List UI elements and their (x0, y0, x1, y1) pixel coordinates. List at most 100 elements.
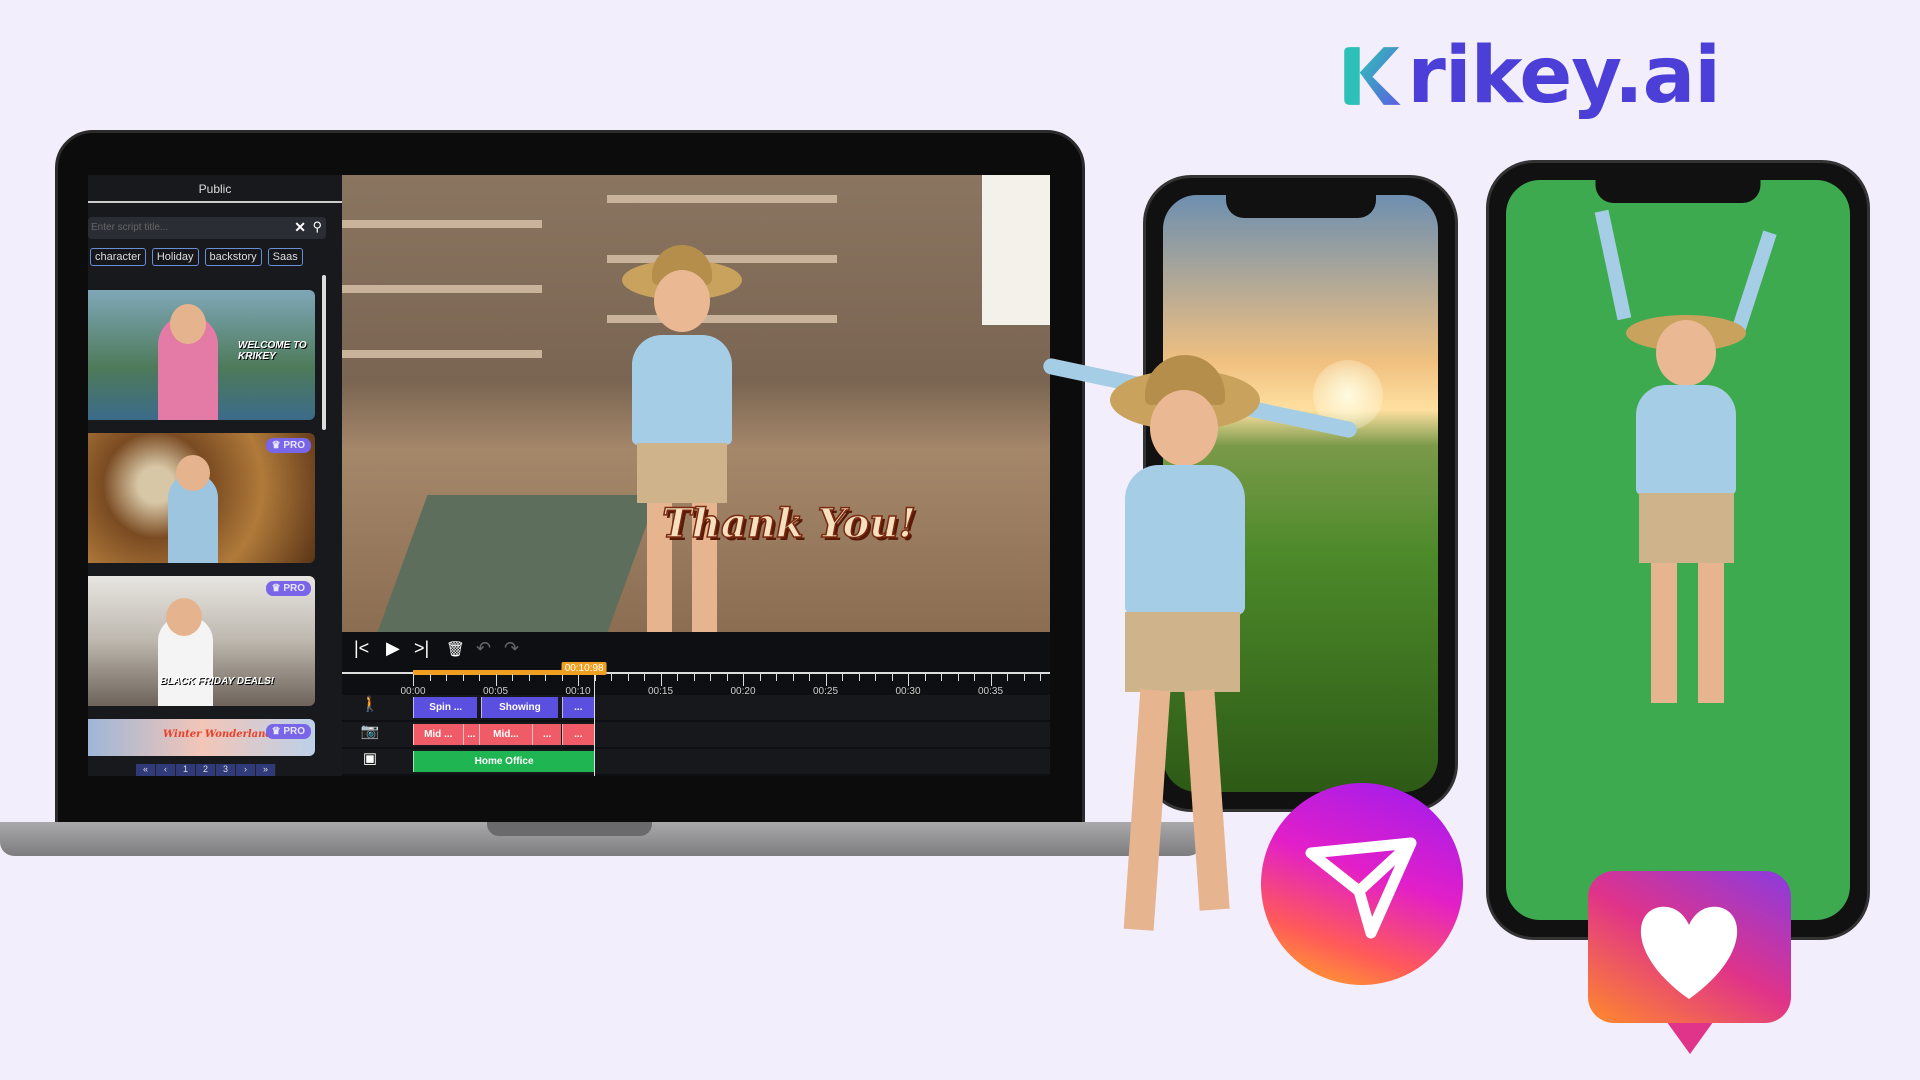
template-thumbnail[interactable]: Winter Wonderland ♛ PRO (88, 719, 315, 756)
ruler-tick (875, 674, 876, 681)
tag-backstory[interactable]: backstory (204, 248, 262, 266)
timeline-clip[interactable]: ... (561, 724, 595, 745)
ruler-tick (413, 674, 414, 686)
ruler-tick (825, 674, 827, 686)
timeline-clip[interactable]: ... (462, 724, 479, 745)
ruler-tick (660, 674, 662, 686)
script-search-input[interactable]: Enter script title... ✕ ⚲ (88, 217, 326, 239)
heart-icon (1588, 871, 1791, 1023)
ruler-tick (446, 674, 447, 681)
ruler-tick (495, 674, 497, 686)
timeline-clip[interactable]: Mid... (479, 724, 532, 745)
page-last[interactable]: » (256, 764, 276, 776)
ruler-tick (1023, 674, 1025, 681)
ruler-tick (429, 674, 431, 681)
pro-badge: ♛ PRO (265, 438, 311, 453)
ruler-tick (561, 674, 563, 681)
ruler-tick (611, 674, 612, 681)
heart-bubble-tail (1664, 1018, 1716, 1054)
phone-screen (1506, 180, 1850, 920)
thumbnail-caption: BLACK FRIDAY DEALS! (160, 676, 275, 687)
scrollbar[interactable] (322, 275, 326, 430)
pagination: « ‹ 1 2 3 › » (136, 764, 276, 776)
page-2[interactable]: 2 (196, 764, 216, 776)
timeline-track: ▣ Home Office (342, 749, 1050, 774)
skip-forward-icon[interactable]: >| (414, 638, 429, 659)
search-placeholder: Enter script title... (91, 222, 169, 233)
ruler-tick (759, 674, 761, 681)
redo-icon[interactable]: ↷ (504, 638, 519, 659)
scene-icon: ▣ (362, 750, 378, 767)
page-first[interactable]: « (136, 764, 156, 776)
ruler-tick (941, 674, 942, 681)
clear-icon[interactable]: ✕ (294, 219, 306, 236)
ruler-tick (891, 674, 893, 681)
ruler-tick (743, 674, 744, 686)
ruler-tick (858, 674, 860, 681)
timeline-track: 📷 Mid ...... Mid......... (342, 722, 1050, 747)
editor-app: Public Enter script title... ✕ ⚲ charact… (88, 175, 1050, 776)
tag-character[interactable]: character (90, 248, 146, 266)
ruler-tick (512, 674, 513, 681)
ruler-tick (1007, 674, 1008, 681)
timeline-track: 🚶 Spin ... Showing... (342, 695, 1050, 720)
panel-header[interactable]: Public (88, 175, 342, 203)
character-icon: 🚶 (360, 696, 380, 713)
ruler-tick (974, 674, 975, 681)
krikey-logo: rikey.ai (1340, 28, 1721, 123)
page-1[interactable]: 1 (176, 764, 196, 776)
template-thumbnail[interactable]: WELCOME TO KRIKEY (88, 290, 315, 420)
timeline-clip[interactable]: ... (561, 697, 595, 718)
ruler-tick (578, 674, 579, 686)
page-3[interactable]: 3 (216, 764, 236, 776)
template-thumbnail[interactable]: BLACK FRIDAY DEALS! ♛ PRO (88, 576, 315, 706)
timeline-clip[interactable]: ... (531, 724, 562, 745)
ruler-tick (990, 674, 992, 686)
ruler-tick (726, 674, 728, 681)
camera-icon: 📷 (360, 723, 380, 740)
timeline-clip[interactable]: Showing (480, 697, 559, 718)
logo-text: rikey.ai (1407, 30, 1721, 121)
ruler-tick (842, 674, 843, 681)
script-library-panel: Public Enter script title... ✕ ⚲ charact… (88, 175, 342, 776)
play-icon[interactable]: ▶ (386, 638, 400, 659)
ruler-tick (462, 674, 464, 681)
timeline-clip[interactable]: Mid ... (413, 724, 463, 745)
undo-icon[interactable]: ↶ (476, 638, 491, 659)
ruler-tick (710, 674, 711, 681)
send-icon (1261, 783, 1463, 985)
thumbnail-caption: Winter Wonderland (163, 729, 273, 740)
playhead[interactable] (594, 674, 596, 776)
playhead-time: 00:10:98 (561, 662, 607, 675)
ruler-tick (677, 674, 678, 681)
pro-badge: ♛ PRO (265, 581, 311, 596)
krikey-k-icon (1344, 46, 1401, 105)
page-prev[interactable]: ‹ (156, 764, 176, 776)
ruler-tick (627, 674, 629, 681)
ruler-tick (528, 674, 530, 681)
phone-greenscreen (1486, 160, 1870, 940)
ruler-tick (693, 674, 695, 681)
laptop-notch (487, 822, 652, 836)
ruler-tick (776, 674, 777, 681)
search-icon[interactable]: ⚲ (312, 219, 322, 235)
scene-viewport[interactable]: Thank You! (342, 175, 1050, 632)
tag-holiday[interactable]: Holiday (151, 248, 199, 266)
tag-saas[interactable]: Saas (267, 248, 303, 266)
timeline-clip[interactable]: Home Office (413, 751, 595, 772)
template-thumbnail[interactable]: ♛ PRO (88, 433, 315, 563)
tag-list: character Holiday backstory Saas (90, 248, 303, 266)
ruler-tick (644, 674, 645, 681)
ruler-tick (908, 674, 909, 686)
pro-badge: ♛ PRO (265, 724, 311, 739)
ruler-tick (957, 674, 959, 681)
thumbnail-caption: WELCOME TO KRIKEY (238, 340, 307, 362)
ruler-tick (792, 674, 794, 681)
page-next[interactable]: › (236, 764, 256, 776)
trash-icon[interactable]: 🗑 (446, 640, 465, 658)
ruler-tick (545, 674, 546, 681)
timeline-clip[interactable]: Spin ... (413, 697, 478, 718)
overlay-text: Thank You! (661, 499, 916, 548)
skip-back-icon[interactable]: |< (354, 638, 369, 659)
timeline-panel: |< ▶ >| 🗑 ↶ ↷ 00:00 00:05 00:10 00:15 00:20 0… (342, 632, 1050, 776)
